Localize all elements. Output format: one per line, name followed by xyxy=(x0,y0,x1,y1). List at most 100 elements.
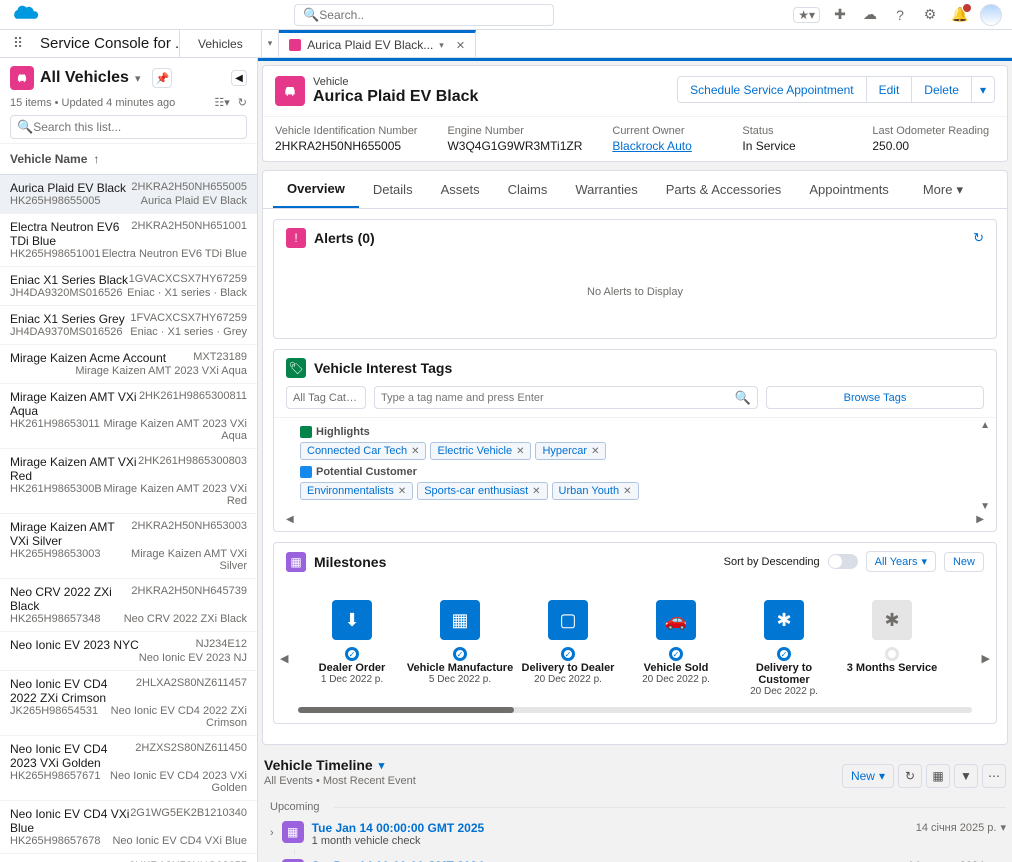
app-launcher-icon[interactable]: ⠿ xyxy=(6,30,30,57)
milestone-item[interactable]: ✱6 Months xyxy=(946,600,972,697)
tag-chip[interactable]: Sports-car enthusiast ✕ xyxy=(417,482,547,500)
expand-icon[interactable]: › xyxy=(270,827,274,839)
tab-appointments[interactable]: Appointments xyxy=(795,172,903,207)
global-search[interactable]: 🔍 xyxy=(294,4,554,26)
close-tab-icon[interactable]: ✕ xyxy=(456,39,465,52)
vehicle-list-item[interactable]: Neo Ionic EV CD4 VXi Silver2HKRA2H50NHG2… xyxy=(0,854,257,862)
milestone-item[interactable]: 🚗✓Vehicle Sold20 Dec 2022 р. xyxy=(622,600,730,697)
tab-parts[interactable]: Parts & Accessories xyxy=(652,172,796,207)
tag-category-select[interactable]: All Tag Cate… ▾ xyxy=(286,386,366,409)
tab-overview[interactable]: Overview xyxy=(273,171,359,208)
tag-input[interactable]: 🔍 xyxy=(374,386,758,409)
scroll-down-icon[interactable]: ▼ xyxy=(980,501,990,512)
tab-assets[interactable]: Assets xyxy=(427,172,494,207)
milestone-scrollbar[interactable] xyxy=(298,707,972,713)
list-search-input[interactable] xyxy=(33,120,240,134)
favorites-button[interactable]: ★▾ xyxy=(793,7,820,23)
refresh-list-icon[interactable]: ↻ xyxy=(238,96,247,109)
vehicle-list-item[interactable]: Neo Ionic EV CD4 VXi Blue2G1WG5EK2B12103… xyxy=(0,801,257,854)
owner-link[interactable]: Blackrock Auto xyxy=(612,139,712,153)
remove-tag-icon[interactable]: ✕ xyxy=(398,486,406,497)
more-actions-button[interactable]: ▾ xyxy=(972,76,995,103)
vehicle-list-item[interactable]: Mirage Kaizen Acme AccountMXT23189Mirage… xyxy=(0,345,257,384)
vehicle-list-item[interactable]: Mirage Kaizen AMT VXi Aqua2HK261H9865300… xyxy=(0,384,257,449)
tag-chip[interactable]: Hypercar ✕ xyxy=(535,442,606,460)
scroll-left-icon[interactable]: ◀ xyxy=(286,514,294,525)
column-header-name[interactable]: Vehicle Name ↑ xyxy=(0,144,257,175)
global-search-input[interactable] xyxy=(319,8,545,22)
new-milestone-button[interactable]: New xyxy=(944,552,984,572)
remove-tag-icon[interactable]: ✕ xyxy=(532,486,540,497)
milestone-scroll-right-icon[interactable]: ▶ xyxy=(982,652,990,665)
vehicle-list-item[interactable]: Mirage Kaizen AMT VXi Red2HK261H98653008… xyxy=(0,449,257,514)
tag-text-input[interactable] xyxy=(381,392,735,404)
milestone-check-icon: ✓ xyxy=(345,647,359,661)
scroll-right-icon[interactable]: ▶ xyxy=(976,514,984,525)
list-view-switcher-icon[interactable]: ▾ xyxy=(135,72,141,85)
milestone-item[interactable]: ✱✓Delivery to Customer20 Dec 2022 р. xyxy=(730,600,838,697)
edit-button[interactable]: Edit xyxy=(867,76,913,103)
timeline-refresh-icon[interactable]: ↻ xyxy=(898,764,922,788)
help-icon[interactable]: ? xyxy=(890,5,910,25)
milestone-item[interactable]: ▢✓Delivery to Dealer20 Dec 2022 р. xyxy=(514,600,622,697)
milestone-item[interactable]: ✱3 Months Service xyxy=(838,600,946,697)
tag-chip[interactable]: Urban Youth ✕ xyxy=(552,482,639,500)
list-view-title[interactable]: All Vehicles xyxy=(40,69,129,87)
event-icon: ▦ xyxy=(282,821,304,843)
schedule-button[interactable]: Schedule Service Appointment xyxy=(677,76,866,103)
milestone-item[interactable]: ⬇✓Dealer Order1 Dec 2022 р. xyxy=(298,600,406,697)
year-filter-button[interactable]: All Years ▾ xyxy=(866,551,936,572)
vehicle-list-item[interactable]: Aurica Plaid EV Black2HKRA2H50NH655005HK… xyxy=(0,175,257,214)
notifications-icon[interactable]: 🔔 xyxy=(950,5,970,25)
delete-button[interactable]: Delete xyxy=(912,76,972,103)
vehicle-list-item[interactable]: Neo Ionic EV 2023 NYCNJ234E12Neo Ionic E… xyxy=(0,632,257,671)
trailhead-icon[interactable]: ☁ xyxy=(860,5,880,25)
milestone-scroll-left-icon[interactable]: ◀ xyxy=(280,652,288,665)
vehicle-list-item[interactable]: Electra Neutron EV6 TDi Blue2HKRA2H50NH6… xyxy=(0,214,257,267)
tag-chip[interactable]: Environmentalists ✕ xyxy=(300,482,413,500)
app-name: Service Console for ... xyxy=(30,30,180,57)
workspace-tab-dropdown[interactable]: ▾ xyxy=(262,30,280,57)
remove-tag-icon[interactable]: ✕ xyxy=(623,486,631,497)
collapse-panel-icon[interactable]: ◀ xyxy=(231,70,247,86)
vehicle-list-item[interactable]: Neo Ionic EV CD4 2023 VXi Golden2HZXS2S8… xyxy=(0,736,257,801)
scroll-up-icon[interactable]: ▲ xyxy=(980,420,990,431)
tag-icon: 🏷 xyxy=(286,358,306,378)
tab-details[interactable]: Details xyxy=(359,172,427,207)
vehicle-list-item[interactable]: Mirage Kaizen AMT VXi Silver2HKRA2H50NH6… xyxy=(0,514,257,579)
timeline-new-button[interactable]: New ▾ xyxy=(842,764,894,788)
setup-gear-icon[interactable]: ⚙ xyxy=(920,5,940,25)
browse-tags-button[interactable]: Browse Tags xyxy=(766,386,984,409)
refresh-alerts-icon[interactable]: ↻ xyxy=(973,230,984,246)
remove-tag-icon[interactable]: ✕ xyxy=(411,446,419,457)
vehicle-list-item[interactable]: Neo Ionic EV CD4 2022 ZXi Crimson2HLXA2S… xyxy=(0,671,257,736)
milestone-item[interactable]: ▦✓Vehicle Manufacture5 Dec 2022 р. xyxy=(406,600,514,697)
tab-warranties[interactable]: Warranties xyxy=(561,172,651,207)
sort-toggle[interactable] xyxy=(828,554,858,569)
pin-list-icon[interactable]: 📌 xyxy=(152,68,172,88)
timeline-filter-icon[interactable]: ▼ xyxy=(954,764,978,788)
tab-claims[interactable]: Claims xyxy=(494,172,562,207)
timeline-title[interactable]: Vehicle Timeline▾ xyxy=(264,757,416,773)
vehicle-list-item[interactable]: Eniac X1 Series Black1GVACXCSX7HY67259JH… xyxy=(0,267,257,306)
milestone-box-icon: ✱ xyxy=(764,600,804,640)
timeline-settings-icon[interactable]: ⋯ xyxy=(982,764,1006,788)
timeline-item[interactable]: ›▦Sat Dec 14 00:00:00 GMT 2024Delivery t… xyxy=(264,855,1006,862)
user-avatar[interactable] xyxy=(980,4,1002,26)
list-search[interactable]: 🔍 xyxy=(10,115,247,139)
remove-tag-icon[interactable]: ✕ xyxy=(516,446,524,457)
workspace-tab-vehicles[interactable]: Vehicles xyxy=(180,30,262,57)
vehicle-list-item[interactable]: Eniac X1 Series Grey1FVACXCSX7HY67259JH4… xyxy=(0,306,257,345)
add-icon[interactable]: ✚ xyxy=(830,5,850,25)
remove-tag-icon[interactable]: ✕ xyxy=(591,446,599,457)
item-menu-icon[interactable]: ▾ xyxy=(1000,821,1006,834)
tab-chevron-icon[interactable]: ▾ xyxy=(439,40,444,51)
workspace-tab-active[interactable]: Aurica Plaid EV Black... ▾ ✕ xyxy=(279,30,476,57)
tab-more[interactable]: More▾ xyxy=(923,182,963,198)
timeline-expand-icon[interactable]: ▦ xyxy=(926,764,950,788)
tag-chip[interactable]: Electric Vehicle ✕ xyxy=(430,442,531,460)
display-as-icon[interactable]: ☷▾ xyxy=(214,96,229,109)
timeline-item[interactable]: ›▦Tue Jan 14 00:00:00 GMT 20251 month ve… xyxy=(264,817,1006,849)
vehicle-list-item[interactable]: Neo CRV 2022 ZXi Black2HKRA2H50NH645739H… xyxy=(0,579,257,632)
tag-chip[interactable]: Connected Car Tech ✕ xyxy=(300,442,426,460)
